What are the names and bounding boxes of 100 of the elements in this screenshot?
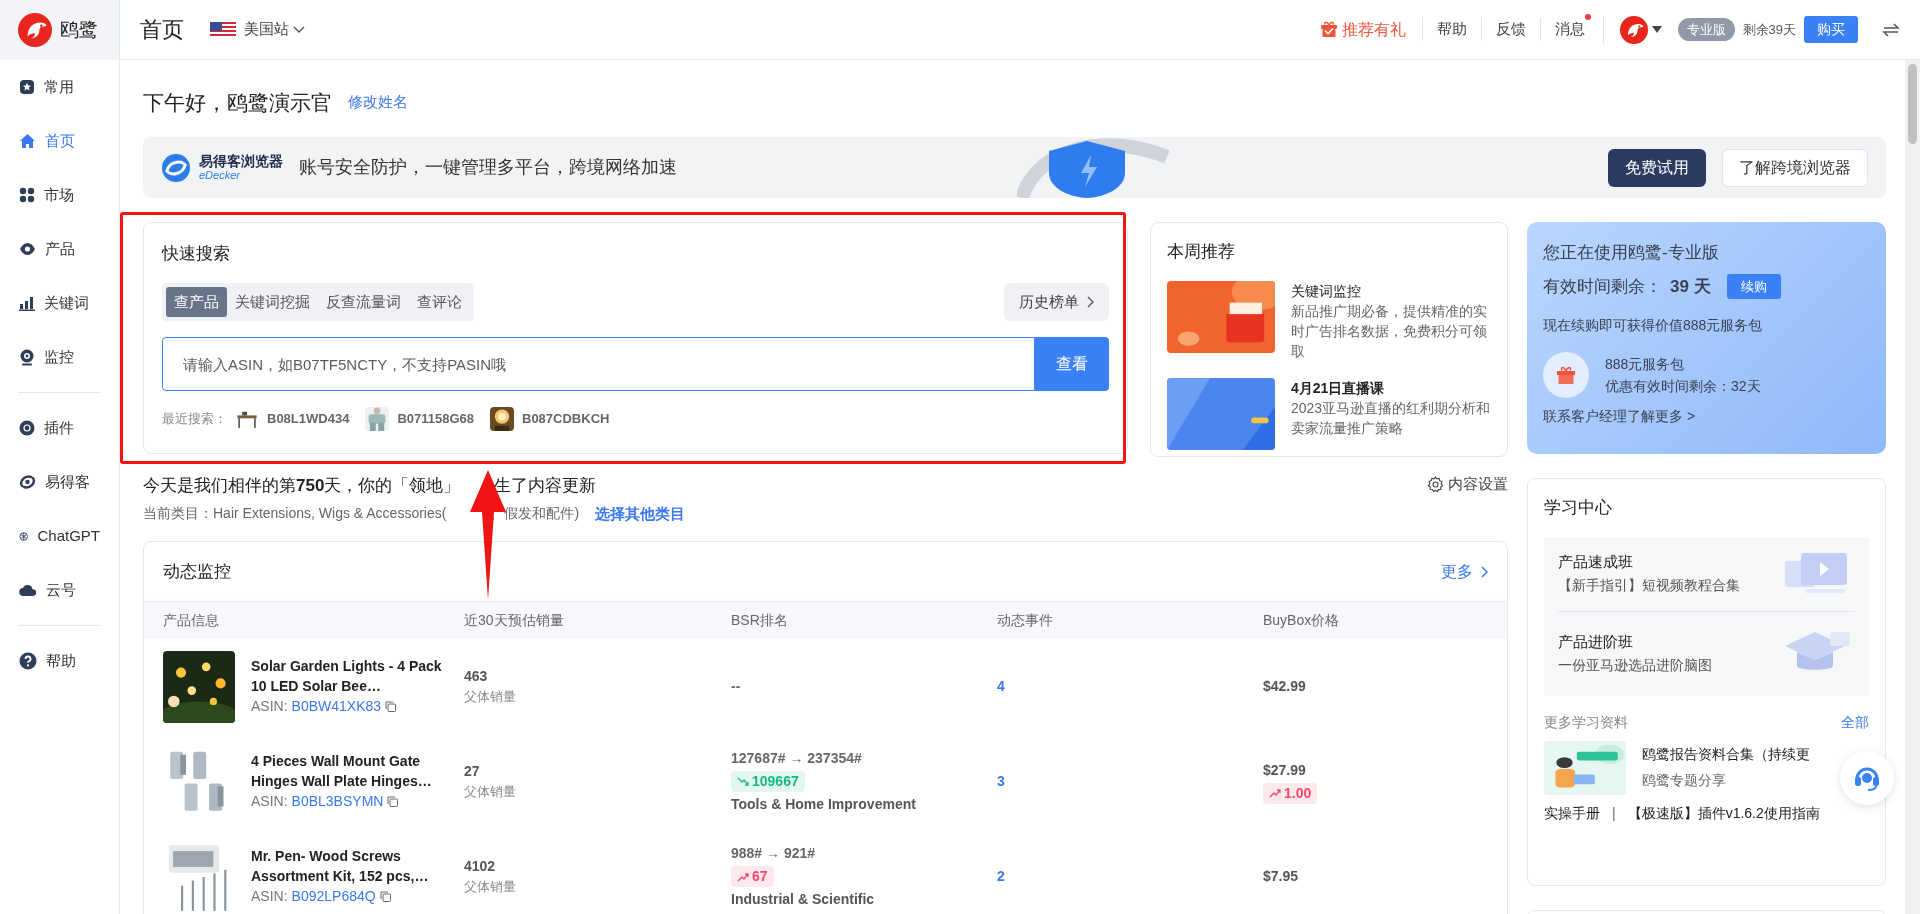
free-trial-button[interactable]: 免费试用 <box>1608 148 1706 187</box>
gift-icon <box>1543 352 1589 398</box>
search-tab[interactable]: 关键词挖掘 <box>227 286 318 317</box>
learn-browser-button[interactable]: 了解跨境浏览器 <box>1722 148 1868 187</box>
header-link[interactable]: 消息 <box>1539 18 1599 41</box>
site-dropdown[interactable]: 美国站 <box>244 18 305 41</box>
sales-value: 463 <box>464 667 489 687</box>
sidebar-item[interactable]: 易得客 <box>0 455 119 509</box>
contact-manager-link[interactable]: 联系客户经理了解更多 > <box>1543 406 1870 427</box>
event-count-link[interactable]: 2 <box>997 868 1005 884</box>
remaining-label: 有效时间剩余： <box>1543 275 1662 298</box>
search-tab[interactable]: 查评论 <box>409 286 470 317</box>
recommendation-desc: 新品推广期必备，提供精准的实时广告排名数据，免费积分可领取 <box>1291 301 1488 362</box>
chevron-down-icon <box>293 25 305 34</box>
resource-title[interactable]: 鸥鹭报告资料合集（持续更 <box>1642 742 1810 768</box>
recent-search-item[interactable]: B071158G68 <box>365 407 474 431</box>
asin-link[interactable]: B0BL3BSYMN <box>291 791 384 813</box>
sidebar-item[interactable]: 首页 <box>0 114 119 168</box>
asin-link[interactable]: B0BW41XK83 <box>291 696 382 718</box>
sales-note: 父体销量 <box>464 688 517 707</box>
trend-up-icon <box>737 871 749 882</box>
content-settings-button[interactable]: 内容设置 <box>1427 473 1508 496</box>
search-tab[interactable]: 查产品 <box>166 286 227 317</box>
switch-icon[interactable] <box>1882 22 1900 37</box>
sidebar-item[interactable]: 市场 <box>0 168 119 222</box>
history-button[interactable]: 历史榜单 <box>1004 282 1109 321</box>
caret-icon <box>1651 25 1662 34</box>
help-icon <box>19 652 37 670</box>
sidebar-item[interactable]: 插件 <box>0 401 119 455</box>
product-title[interactable]: Solar Garden Lights - 4 Pack 10 LED Solar Bee… <box>251 655 451 697</box>
course-title[interactable]: 产品速成班 <box>1558 548 1740 575</box>
remaining-days: 剩余39天 <box>1742 19 1796 40</box>
view-all-link[interactable]: 全部 <box>1841 711 1869 733</box>
sales-note: 父体销量 <box>464 783 517 802</box>
column-header: BuyBox价格 <box>1263 611 1341 630</box>
event-count-link[interactable]: 3 <box>997 773 1005 789</box>
plan-badge: 专业版 <box>1677 18 1735 41</box>
buy-button[interactable]: 购买 <box>1804 16 1858 43</box>
bsr-rank: 127687# → 237354# <box>731 749 862 768</box>
plan-title: 您正在使用鸥鹭-专业版 <box>1543 242 1720 264</box>
sales-value: 27 <box>464 762 481 782</box>
search-button[interactable]: 查看 <box>1035 337 1109 391</box>
edit-name-link[interactable]: 修改姓名 <box>348 91 408 114</box>
buybox-price: $42.99 <box>1263 677 1306 696</box>
asin-search-field[interactable]: 请输入ASIN，如B07TF5NCTY，不支持PASIN哦 <box>162 337 1036 391</box>
grid-icon <box>19 187 35 203</box>
manual-link[interactable]: 实操手册 <box>1544 802 1600 824</box>
change-category-link[interactable]: 选择其他类目 <box>595 502 686 525</box>
sidebar-item[interactable]: 关键词 <box>0 276 119 330</box>
column-header: 动态事件 <box>997 611 1054 630</box>
renew-button[interactable]: 续购 <box>1726 273 1781 299</box>
copy-icon[interactable] <box>385 701 397 713</box>
edecker-icon <box>161 152 191 183</box>
asin-link[interactable]: B092LP684Q <box>291 886 376 908</box>
course-desc: 一份亚马逊选品进阶脑图 <box>1558 656 1712 676</box>
scrollbar-thumb[interactable] <box>1908 64 1917 144</box>
separator: | <box>1612 803 1616 823</box>
sidebar-item[interactable]: 云号 <box>0 563 119 617</box>
card-title: 动态监控 <box>163 560 231 583</box>
recent-search-item[interactable]: B087CDBKCH <box>490 407 610 431</box>
chevron-right-icon <box>1087 295 1094 308</box>
resource-subtitle: 鸥鹭专题分享 <box>1642 770 1727 790</box>
more-link[interactable]: 更多 <box>1441 559 1488 584</box>
bsr-category: Industrial & Scientific <box>731 890 875 909</box>
sidebar-item[interactable]: 帮助 <box>0 634 119 688</box>
course-title[interactable]: 产品进阶班 <box>1558 628 1712 655</box>
copy-icon[interactable] <box>379 891 391 903</box>
avatar-menu[interactable] <box>1619 15 1662 44</box>
card-title: 快速搜索 <box>162 243 231 265</box>
recent-search-item[interactable]: B08L1WD434 <box>235 407 350 431</box>
product-title[interactable]: 4 Pieces Wall Mount Gate Hinges Wall Plate Hinges… <box>251 750 451 792</box>
event-count-link[interactable]: 4 <box>997 678 1005 694</box>
referral-link[interactable]: 推荐有礼 <box>1319 17 1406 42</box>
recommendation-title[interactable]: 关键词监控 <box>1291 280 1491 301</box>
us-flag-icon <box>210 21 236 38</box>
change-tag: 67 <box>731 866 774 887</box>
package-remaining: 优惠有效时间剩余：32天 <box>1605 377 1761 396</box>
header-link[interactable]: 反馈 <box>1480 18 1540 41</box>
sidebar-item[interactable]: ChatGPT <box>0 509 119 563</box>
recommendation-title[interactable]: 4月21日直播课 <box>1291 377 1491 398</box>
sidebar-item[interactable]: 常用 <box>0 60 119 114</box>
recommendation-desc: 2023亚马逊直播的红利期分析和卖家流量推广策略 <box>1291 399 1491 439</box>
guide-link[interactable]: 【极速版】插件v1.6.2使用指南 <box>1627 802 1820 824</box>
bsr-rank: 988# → 921# <box>731 844 816 863</box>
bsr-rank: -- <box>731 677 741 696</box>
sidebar-item[interactable]: 监控 <box>0 330 119 384</box>
logo-title: 易得客浏览器 <box>199 153 283 170</box>
header-link[interactable]: 帮助 <box>1421 18 1481 41</box>
eye-icon <box>19 241 36 257</box>
copy-icon[interactable] <box>387 796 399 808</box>
anniversary-text: 生了内容更新 <box>494 475 597 497</box>
section-label: 更多学习资料 <box>1544 712 1628 732</box>
support-button[interactable] <box>1840 751 1894 805</box>
product-title[interactable]: Mr. Pen- Wood Screws Assortment Kit, 152 pcs,… <box>251 845 451 887</box>
sidebar-item[interactable]: 产品 <box>0 222 119 276</box>
swirl-icon <box>19 474 36 490</box>
search-tab[interactable]: 反查流量词 <box>318 286 409 317</box>
buybox-price: $7.95 <box>1263 867 1299 886</box>
course-desc: 【新手指引】短视频教程合集 <box>1558 576 1740 596</box>
cloud-icon <box>19 583 37 597</box>
